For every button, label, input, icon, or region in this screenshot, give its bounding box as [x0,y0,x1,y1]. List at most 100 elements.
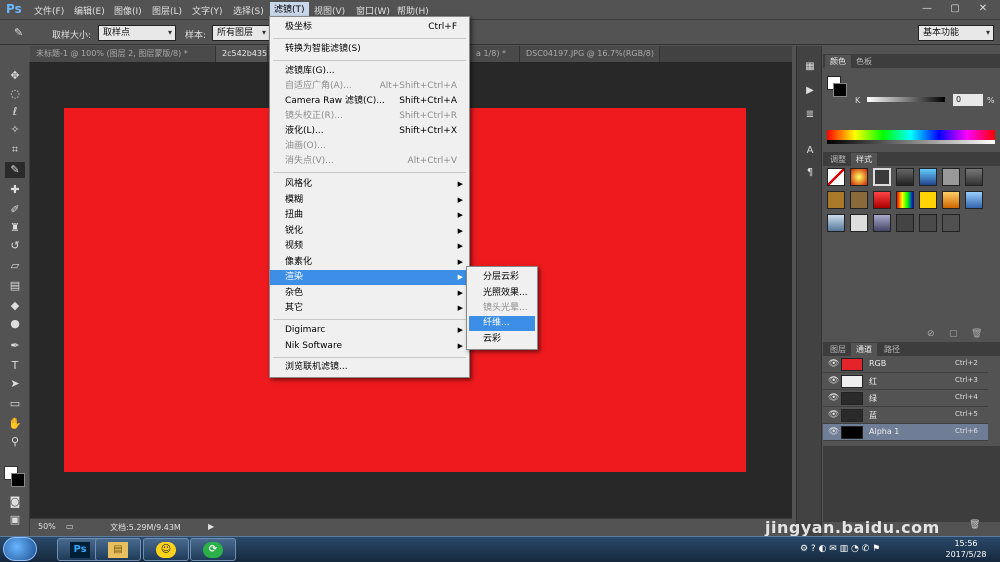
taskbar-qq[interactable]: ☺ [143,538,189,561]
tab-swatches[interactable]: 色板 [851,55,877,68]
menu-item-lens-correction[interactable]: 镜头校正(R)... Shift+Ctrl+R [270,109,469,124]
channel-row-red[interactable]: 👁 红 Ctrl+3 [823,373,988,390]
pen-tool-icon[interactable]: ✒ [5,338,25,354]
tab-adjustments[interactable]: 调整 [825,153,851,166]
history-panel-icon[interactable]: ▦ [802,60,818,74]
rectangle-tool-icon[interactable]: ▭ [5,396,25,412]
menu-item-fibers[interactable]: 纤维... [469,316,535,331]
style-swatch[interactable] [942,214,960,232]
background-color-swatch[interactable] [11,473,25,487]
visibility-eye-icon[interactable]: 👁 [828,427,839,437]
start-button[interactable] [3,537,37,561]
minimize-icon[interactable]: — [918,2,936,16]
tab-paths[interactable]: 路径 [879,343,905,356]
move-tool-icon[interactable]: ✥ [5,68,25,84]
system-clock[interactable]: 15:56 2017/5/28 [936,538,996,560]
menu-image[interactable]: 图像(I) [114,4,142,17]
taskbar-app[interactable]: ⟳ [190,538,236,561]
menu-item-clouds[interactable]: 云彩 [469,332,535,347]
tab-color[interactable]: 颜色 [825,55,851,68]
dodge-tool-icon[interactable]: ● [5,316,25,332]
style-swatch[interactable] [827,191,845,209]
menu-item-adaptive-wide-angle[interactable]: 自适应广角(A)... Alt+Shift+Ctrl+A [270,79,469,94]
color-spectrum[interactable] [827,130,995,140]
style-swatch[interactable] [919,168,937,186]
visibility-eye-icon[interactable]: 👁 [828,393,839,403]
channel-row-rgb[interactable]: 👁 RGB Ctrl+2 [823,356,988,373]
sample-select[interactable]: 所有图层 [212,25,270,41]
eyedropper-tool-icon[interactable]: ✎ [14,26,23,39]
style-swatch[interactable] [827,214,845,232]
restore-icon[interactable]: ▢ [946,2,964,16]
menu-item-noise[interactable]: 杂色 ▶ [270,286,469,301]
style-swatch[interactable] [965,168,983,186]
menu-item-liquify[interactable]: 液化(L)... Shift+Ctrl+X [270,124,469,139]
menu-item-oil-paint[interactable]: 油画(O)... [270,139,469,154]
style-swatch[interactable] [827,168,845,186]
lasso-tool-icon[interactable]: ℓ [5,104,25,120]
tab-layers[interactable]: 图层 [825,343,851,356]
style-swatch[interactable] [896,191,914,209]
menu-item-nik-software[interactable]: Nik Software ▶ [270,339,469,354]
history-brush-icon[interactable]: ↺ [5,238,25,254]
status-arrow-icon[interactable]: ▶ [208,522,214,531]
menu-item-distort[interactable]: 扭曲 ▶ [270,208,469,223]
marquee-tool-icon[interactable]: ◌ [5,86,25,102]
menu-item-convert-smart-filter[interactable]: 转换为智能滤镜(S) [270,42,469,57]
channel-row-alpha[interactable]: 👁 Alpha 1 Ctrl+6 [823,424,988,441]
sample-size-select[interactable]: 取样点 [98,25,176,41]
style-swatch[interactable] [873,191,891,209]
channel-row-blue[interactable]: 👁 蓝 Ctrl+5 [823,407,988,424]
style-swatch[interactable] [850,214,868,232]
screen-mode-icon[interactable]: ▣ [5,512,25,528]
path-select-icon[interactable]: ➤ [5,376,25,392]
menu-item-video[interactable]: 视频 ▶ [270,239,469,254]
menu-item-stylize[interactable]: 风格化 ▶ [270,177,469,192]
doc-tab-active[interactable]: 2c542b435f [216,46,268,62]
tab-channels[interactable]: 通道 [851,343,877,356]
menu-item-lighting-effects[interactable]: 光照效果... [469,286,535,301]
tab-styles[interactable]: 样式 [851,153,877,166]
visibility-eye-icon[interactable]: 👁 [828,359,839,369]
menu-item-blur[interactable]: 模糊 ▶ [270,193,469,208]
style-swatch[interactable] [896,214,914,232]
crop-tool-icon[interactable]: ⌗ [5,142,25,158]
style-swatch[interactable] [850,168,868,186]
menu-item-pixelate[interactable]: 像素化 ▶ [270,255,469,270]
menu-item-lens-flare[interactable]: 镜头光晕... [469,301,535,316]
menu-item-browse-filters-online[interactable]: 浏览联机滤镜... [270,360,469,375]
menu-item-sharpen[interactable]: 锐化 ▶ [270,224,469,239]
menu-item-difference-clouds[interactable]: 分层云彩 [469,270,535,285]
style-swatch[interactable] [896,168,914,186]
k-value-field[interactable]: 0 [953,94,983,106]
menu-type[interactable]: 文字(Y) [192,4,223,17]
style-swatch[interactable] [942,191,960,209]
style-swatch[interactable] [919,214,937,232]
menu-item-filter-gallery[interactable]: 滤镜库(G)... [270,64,469,79]
properties-panel-icon[interactable]: ≣ [802,108,818,122]
actions-panel-icon[interactable]: ▶ [802,84,818,98]
new-style-icon[interactable]: ▢ [949,329,958,339]
k-slider[interactable] [867,97,945,102]
visibility-eye-icon[interactable]: 👁 [828,376,839,386]
doc-tab[interactable]: a 1/8) * [470,46,520,62]
style-swatch[interactable] [919,191,937,209]
doc-tab[interactable]: 未标题-1 @ 100% (图层 2, 图层蒙版/8) * [30,46,216,62]
style-swatch[interactable] [873,168,891,186]
workspace-select[interactable]: 基本功能 [918,25,994,41]
character-panel-icon[interactable]: A [802,144,818,158]
menu-select[interactable]: 选择(S) [233,4,264,17]
brush-tool-icon[interactable]: ✐ [5,202,25,218]
style-swatch[interactable] [965,191,983,209]
menu-item-render[interactable]: 渲染 ▶ [270,270,469,285]
eraser-tool-icon[interactable]: ▱ [5,258,25,274]
menu-edit[interactable]: 编辑(E) [74,4,105,17]
menu-item-vanishing-point[interactable]: 消失点(V)... Alt+Ctrl+V [270,154,469,169]
zoom-tool-icon[interactable]: ⚲ [5,434,25,450]
menu-item-polar-coordinates[interactable]: 极坐标 Ctrl+F [270,20,469,35]
visibility-eye-icon[interactable]: 👁 [828,410,839,420]
healing-brush-icon[interactable]: ✚ [5,182,25,198]
type-tool-icon[interactable]: T [5,358,25,374]
style-swatch[interactable] [850,191,868,209]
color-background-swatch[interactable] [833,83,847,97]
